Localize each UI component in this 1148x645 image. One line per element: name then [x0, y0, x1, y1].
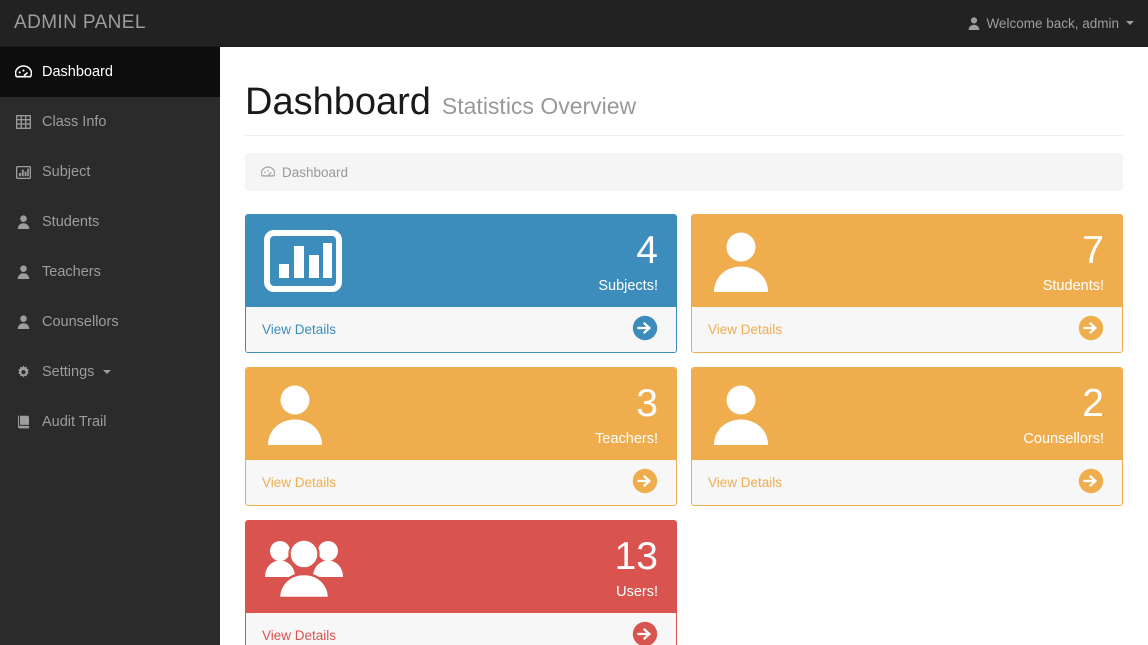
page-header: Dashboard Statistics Overview — [245, 81, 1123, 136]
stat-card-footer[interactable]: View Details — [246, 307, 676, 352]
arrow-circle-right-icon[interactable] — [1078, 468, 1104, 497]
arrow-circle-right-icon[interactable] — [1078, 315, 1104, 344]
sidebar-item-dashboard[interactable]: Dashboard — [0, 47, 220, 97]
sidebar-item-label: Teachers — [42, 264, 101, 280]
main-content: Dashboard Statistics Overview Dashboard — [220, 47, 1148, 645]
sidebar-item-class-info[interactable]: Class Info — [0, 97, 220, 147]
stat-card-label: Students! — [1043, 279, 1104, 294]
bar-chart-icon — [13, 163, 33, 181]
top-navbar: ADMIN PANEL Welcome back, admin — [0, 0, 1148, 47]
sidebar-item-counsellors[interactable]: Counsellors — [0, 297, 220, 347]
sidebar: Dashboard Class Info — [0, 47, 220, 645]
breadcrumb[interactable]: Dashboard — [245, 153, 1123, 191]
gear-icon — [13, 363, 33, 381]
user-icon — [13, 263, 33, 281]
bar-chart-icon — [264, 230, 342, 292]
sidebar-item-subject[interactable]: Subject — [0, 147, 220, 197]
sidebar-item-label: Audit Trail — [42, 414, 106, 430]
table-icon — [13, 113, 33, 131]
stat-card-number: 4 — [598, 231, 658, 270]
arrow-circle-right-icon[interactable] — [632, 468, 658, 497]
user-icon — [13, 213, 33, 231]
stat-card-stats: 13 Users! — [615, 535, 658, 600]
view-details-link[interactable]: View Details — [708, 322, 782, 337]
stat-card-body: 4 Subjects! — [246, 215, 676, 307]
stat-card-label: Users! — [615, 585, 658, 600]
book-icon — [13, 413, 33, 431]
sidebar-item-settings[interactable]: Settings — [0, 347, 220, 397]
stat-card-body: 13 Users! — [246, 521, 676, 613]
stat-card-label: Counsellors! — [1023, 432, 1104, 447]
stat-card-label: Subjects! — [598, 279, 658, 294]
stat-card-number: 2 — [1023, 384, 1104, 423]
stat-card-counsellors[interactable]: 2 Counsellors! View Details — [691, 367, 1123, 506]
user-icon — [710, 230, 772, 292]
arrow-circle-right-icon[interactable] — [632, 315, 658, 344]
stat-card-stats: 2 Counsellors! — [1023, 382, 1104, 447]
stat-card-students[interactable]: 7 Students! View Details — [691, 214, 1123, 353]
page-title: Dashboard — [245, 81, 431, 124]
arrow-circle-right-icon[interactable] — [632, 621, 658, 645]
sidebar-item-teachers[interactable]: Teachers — [0, 247, 220, 297]
stat-card-stats: 3 Teachers! — [595, 382, 658, 447]
stat-card-number: 3 — [595, 384, 658, 423]
user-icon — [264, 383, 326, 445]
stat-card-label: Teachers! — [595, 432, 658, 447]
stat-card-footer[interactable]: View Details — [246, 613, 676, 645]
brand-title: ADMIN PANEL — [0, 12, 146, 34]
stat-card-body: 2 Counsellors! — [692, 368, 1122, 460]
stat-card-subjects[interactable]: 4 Subjects! View Details — [245, 214, 677, 353]
sidebar-item-label: Counsellors — [42, 314, 119, 330]
stat-card-container: 4 Subjects! View Details — [238, 207, 684, 360]
user-icon — [968, 17, 980, 30]
stat-card-body: 3 Teachers! — [246, 368, 676, 460]
welcome-label: Welcome back, admin — [986, 16, 1119, 31]
sidebar-item-label: Dashboard — [42, 64, 113, 80]
users-group-icon — [264, 536, 344, 598]
stat-card-body: 7 Students! — [692, 215, 1122, 307]
view-details-link[interactable]: View Details — [262, 628, 336, 643]
dashboard-icon — [13, 63, 33, 81]
breadcrumb-label: Dashboard — [282, 165, 348, 180]
user-icon — [13, 313, 33, 331]
view-details-link[interactable]: View Details — [708, 475, 782, 490]
user-menu[interactable]: Welcome back, admin — [968, 16, 1148, 31]
stat-card-container: 3 Teachers! View Details — [238, 360, 684, 513]
caret-down-icon — [103, 370, 111, 374]
sidebar-item-label: Subject — [42, 164, 90, 180]
sidebar-item-students[interactable]: Students — [0, 197, 220, 247]
stat-card-container: 2 Counsellors! View Details — [684, 360, 1130, 513]
view-details-link[interactable]: View Details — [262, 322, 336, 337]
sidebar-item-audit-trail[interactable]: Audit Trail — [0, 397, 220, 447]
sidebar-item-label: Class Info — [42, 114, 106, 130]
stat-card-number: 13 — [615, 537, 658, 576]
user-icon — [710, 383, 772, 445]
stat-card-number: 7 — [1043, 231, 1104, 270]
stat-card-teachers[interactable]: 3 Teachers! View Details — [245, 367, 677, 506]
stat-card-container: 7 Students! View Details — [684, 207, 1130, 360]
page-subtitle: Statistics Overview — [442, 93, 636, 120]
stat-card-container: 13 Users! View Details — [238, 513, 684, 645]
stat-card-footer[interactable]: View Details — [692, 307, 1122, 352]
stat-cards-grid: 4 Subjects! View Details — [238, 207, 1130, 645]
view-details-link[interactable]: View Details — [262, 475, 336, 490]
stat-card-users[interactable]: 13 Users! View Details — [245, 520, 677, 645]
caret-down-icon — [1126, 21, 1134, 25]
stat-card-stats: 7 Students! — [1043, 229, 1104, 294]
sidebar-item-label: Settings — [42, 364, 94, 380]
stat-card-stats: 4 Subjects! — [598, 229, 658, 294]
stat-card-footer[interactable]: View Details — [246, 460, 676, 505]
dashboard-icon — [261, 166, 275, 178]
admin-dashboard-page: ADMIN PANEL Welcome back, admin — [0, 0, 1148, 645]
stat-card-footer[interactable]: View Details — [692, 460, 1122, 505]
sidebar-item-label: Students — [42, 214, 99, 230]
